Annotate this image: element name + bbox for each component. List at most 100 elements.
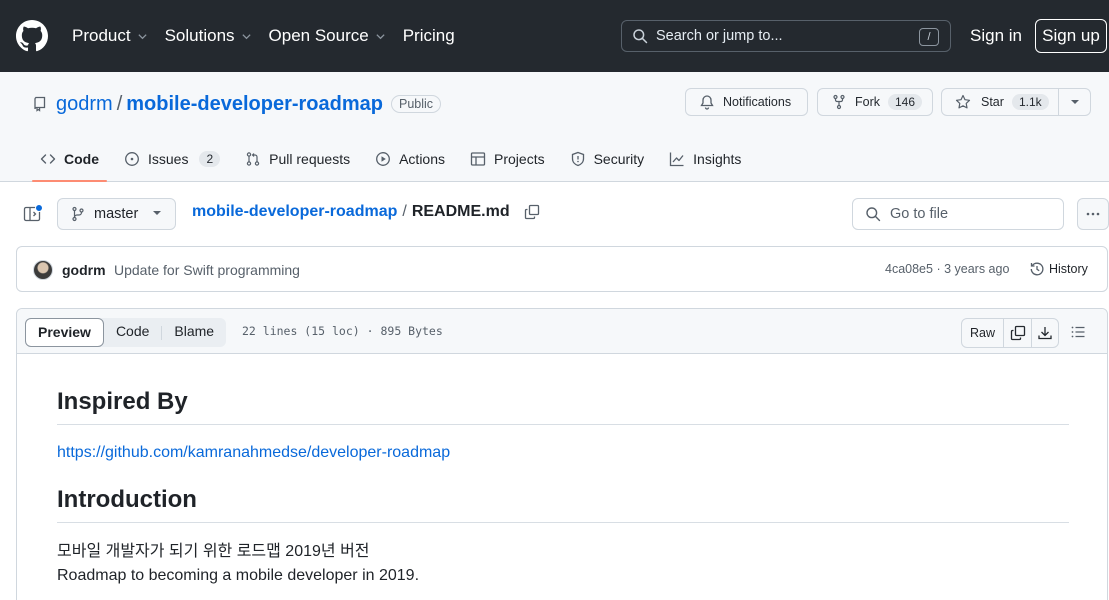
search-icon [633,29,648,44]
issue-opened-icon [125,152,139,166]
nav-solutions-label: Solutions [164,26,235,45]
tab-issues[interactable]: Issues 2 [116,138,228,180]
outline-button[interactable] [1067,322,1089,342]
tab-code-label: Code [64,151,99,167]
global-nav: Product Solutions Open Source Pricing [72,24,472,48]
sign-up-button[interactable]: Sign up [1035,19,1107,53]
tab-pull-requests[interactable]: Pull requests [237,138,358,180]
copy-icon [1010,325,1025,341]
fork-count: 146 [888,94,923,110]
copy-path-icon[interactable] [524,204,540,220]
view-mode-switch: Preview Code Blame [25,318,227,347]
history-button[interactable]: History [1029,261,1088,277]
more-options-button[interactable] [1077,198,1109,230]
history-icon [1030,262,1044,276]
readme-paragraph: 모바일 개발자가 되기 위한 로드맵 2019년 버전 Roadmap to b… [57,540,1069,588]
global-header: Product Solutions Open Source Pricing Se… [0,0,1109,72]
tab-actions[interactable]: Actions [367,138,453,180]
notifications-button[interactable]: Notifications [685,88,808,116]
star-icon [955,94,971,109]
latest-commit-bar: godrm Update for Swift programming 4ca08… [16,246,1108,292]
star-divider [1058,89,1059,115]
global-search-input[interactable]: Search or jump to... / [621,20,951,52]
nav-product-label: Product [72,26,131,45]
nav-open-source-label: Open Source [268,26,369,45]
repo-tabs: Code Issues 2 Pull requests Actions Proj… [32,138,758,182]
copy-raw-button[interactable] [1004,319,1031,347]
list-unordered-icon [1071,326,1085,338]
view-mode-preview[interactable]: Preview [25,318,104,347]
repo-header: godrm / mobile-developer-roadmap Public … [0,72,1109,182]
go-to-file-input[interactable]: Go to file [852,198,1064,230]
nav-solutions[interactable]: Solutions [165,26,252,46]
git-pull-request-icon [246,152,260,166]
chevron-down-icon [241,33,251,39]
star-button[interactable]: Star 1.1k [941,88,1091,116]
download-icon [1038,327,1052,340]
sign-in-link[interactable]: Sign in [970,26,1022,46]
history-label: History [1049,262,1088,276]
avatar[interactable] [33,260,53,280]
view-mode-code[interactable]: Code [104,318,161,347]
fork-button[interactable]: Fork 146 [817,88,933,116]
star-count: 1.1k [1011,94,1049,110]
tab-projects[interactable]: Projects [462,138,553,180]
tab-security[interactable]: Security [562,138,653,180]
chevron-down-icon [137,33,147,39]
tab-security-label: Security [593,151,645,167]
repo-name-link[interactable]: mobile-developer-roadmap [126,93,383,116]
tab-insights-label: Insights [693,151,742,167]
nav-open-source[interactable]: Open Source [269,26,386,46]
issues-count: 2 [199,151,221,167]
readme-link[interactable]: https://github.com/kamranahmedse/develop… [57,444,1069,462]
nav-product[interactable]: Product [72,26,148,46]
tab-issues-label: Issues [148,151,189,167]
repo-title: godrm / mobile-developer-roadmap Public [32,92,442,116]
readme-content: Inspired By https://github.com/kamranahm… [57,354,1069,588]
raw-button[interactable]: Raw [962,319,1005,347]
commit-message-link[interactable]: Update for Swift programming [114,262,300,278]
commit-meta: 4ca08e5 · 3 years ago [885,262,1009,276]
commit-age: · 3 years ago [932,262,1010,276]
download-button[interactable] [1031,319,1058,347]
table-icon [470,152,486,166]
branch-name: master [94,206,139,222]
readme-line-english: Roadmap to becoming a mobile developer i… [57,567,420,584]
sidebar-indicator-dot [35,204,43,212]
tab-projects-label: Projects [494,151,545,167]
repo-icon [34,96,46,112]
breadcrumb-file: README.md [411,203,510,220]
tab-insights[interactable]: Insights [661,138,749,180]
tab-pull-requests-label: Pull requests [269,151,351,167]
tab-code[interactable]: Code [32,138,107,182]
repo-path-separator: / [116,92,123,115]
code-icon [40,154,56,164]
breadcrumb-repo-link[interactable]: mobile-developer-roadmap [192,203,397,221]
commit-author-link[interactable]: godrm [62,262,106,278]
file-viewer-header: Preview Code Blame 22 lines (15 loc) · 8… [17,309,1107,354]
graph-icon [670,152,684,167]
github-logo-icon[interactable] [16,20,48,52]
visibility-badge: Public [390,95,442,113]
star-label: Star [981,95,1004,109]
star-dropdown-caret-icon[interactable] [1071,100,1079,104]
breadcrumb-separator: / [402,203,407,220]
caret-down-icon [153,211,161,215]
nav-pricing[interactable]: Pricing [403,26,455,46]
file-info: 22 lines (15 loc) · 895 Bytes [242,324,443,338]
branch-selector[interactable]: master [57,198,176,230]
breadcrumb: mobile-developer-roadmap / README.md [192,203,540,221]
shield-icon [571,151,584,167]
file-viewer: Preview Code Blame 22 lines (15 loc) · 8… [16,308,1108,600]
commit-sha-link[interactable]: 4ca08e5 [885,262,933,276]
fork-label: Fork [855,95,880,109]
file-actions: Raw [961,318,1060,348]
view-mode-blame[interactable]: Blame [162,318,226,347]
repo-forked-icon [833,94,845,110]
repo-owner-link[interactable]: godrm [56,93,113,116]
search-icon [866,207,881,222]
go-to-file-placeholder: Go to file [890,206,949,222]
readme-line-korean: 모바일 개발자가 되기 위한 로드맵 2019년 버전 [57,543,370,560]
nav-pricing-label: Pricing [402,26,455,45]
search-placeholder: Search or jump to... [656,28,783,44]
